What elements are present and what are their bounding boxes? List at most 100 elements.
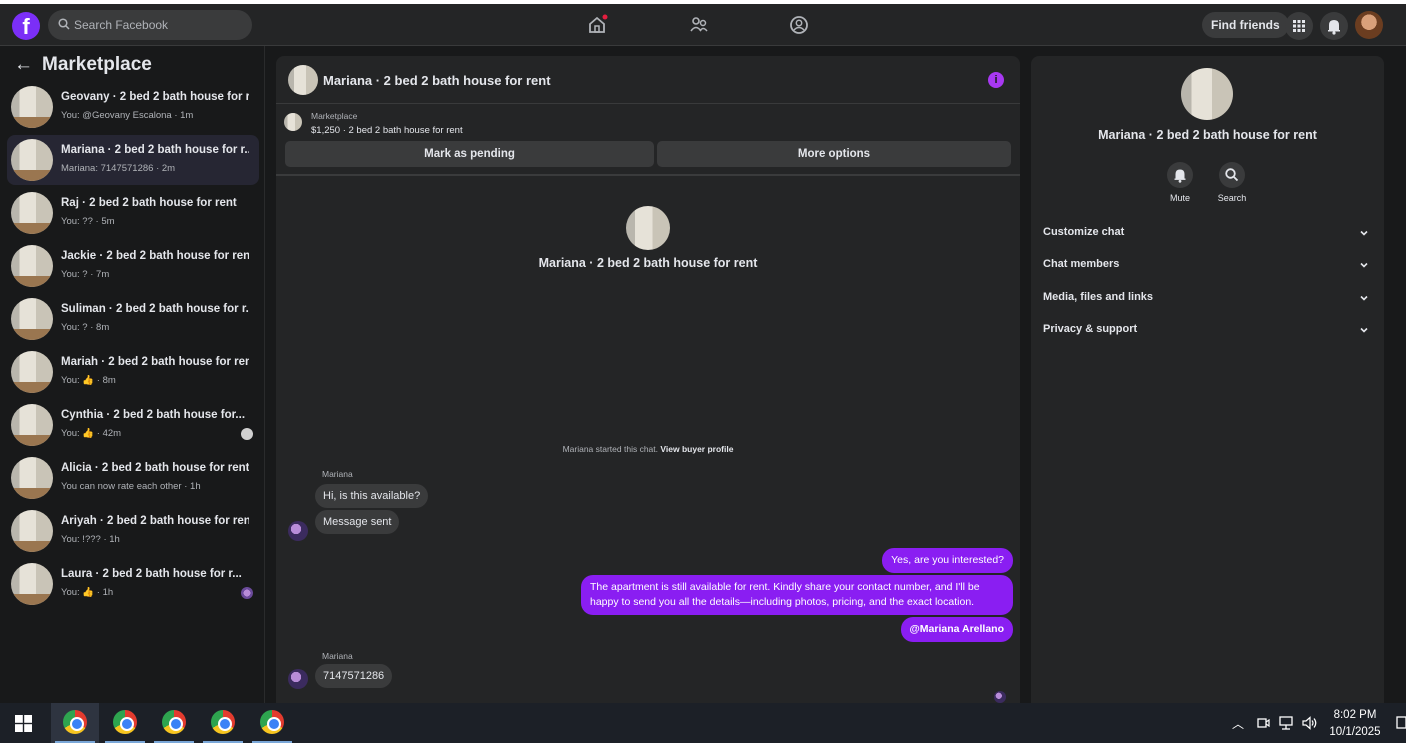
listing-thumbnail [11,192,53,234]
conversation-name: Cynthia · 2 bed 2 bath house for... [61,409,246,421]
conversation-preview: You: ? · 7m [61,269,110,280]
conversation-preview: You: 👍 · 1h [61,587,114,598]
clock-time: 8:02 PM [1333,709,1377,721]
incoming-message: 7147571286 [315,664,393,688]
menu-grid-button[interactable] [1285,12,1313,40]
top-navigation-bar: f Search Facebook Find friends [0,0,1406,46]
seen-avatar-icon [241,587,253,599]
conversation-item-active[interactable]: Mariana · 2 bed 2 bath house for r... Ma… [7,135,259,185]
conversation-item[interactable]: Alicia · 2 bed 2 bath house for rent You… [7,453,259,503]
conversation-item[interactable]: Jackie · 2 bed 2 bath house for rent You… [7,241,259,291]
chrome-taskbar-button[interactable] [248,703,296,743]
outgoing-message: The apartment is still available for ren… [581,575,1013,615]
sender-avatar [288,521,308,541]
mark-as-pending-button[interactable]: Mark as pending [285,141,654,167]
conversation-item[interactable]: Geovany · 2 bed 2 bath house for r... Yo… [7,82,259,132]
conversation-item[interactable]: Ariyah · 2 bed 2 bath house for rent You… [7,506,259,556]
sidebar-header: ← Marketplace [14,54,152,76]
notifications-button[interactable] [1320,12,1348,40]
find-friends-button[interactable]: Find friends [1202,12,1289,38]
friends-icon[interactable] [688,14,710,36]
conversation-name: Laura · 2 bed 2 bath house for r... [61,568,242,580]
chat-details-panel: Mariana · 2 bed 2 bath house for rent Mu… [1031,56,1384,703]
bell-icon [1328,20,1340,35]
media-files-links-row[interactable]: Media, files and links [1043,291,1373,311]
chrome-taskbar-button[interactable] [51,703,99,743]
marketplace-label: Marketplace [311,111,358,121]
sidebar-title: Marketplace [42,54,152,75]
privacy-support-row[interactable]: Privacy & support [1043,323,1373,343]
divider [276,174,1020,176]
mute-button[interactable] [1167,162,1193,188]
sender-name: Mariana [322,651,353,661]
section-label: Customize chat [1043,226,1125,238]
conversation-item[interactable]: Laura · 2 bed 2 bath house for r... You:… [7,559,259,609]
incoming-message: Message sent [315,510,400,534]
conversation-preview: Mariana: 7147571286 · 2m [61,163,176,174]
conversation-item[interactable]: Raj · 2 bed 2 bath house for rent You: ?… [7,188,259,238]
windows-taskbar: ︿ 8:02 PM 10/1/2025 [0,703,1406,743]
search-in-chat-button[interactable] [1219,162,1245,188]
conversation-preview: You: 👍 · 8m [61,375,116,386]
profile-avatar[interactable] [1355,11,1383,39]
info-icon[interactable]: i [988,72,1004,88]
search-placeholder: Search Facebook [74,18,169,32]
notification-center-icon[interactable] [1396,715,1406,731]
mute-label: Mute [1169,193,1190,203]
conversation-preview: You: ? · 8m [61,322,110,333]
customize-chat-row[interactable]: Customize chat [1043,226,1373,246]
windows-start-icon[interactable] [15,715,32,732]
conversation-preview: You: 👍 · 42m [61,428,122,439]
chrome-taskbar-button[interactable] [199,703,247,743]
started-text: Mariana started this chat. [562,444,658,454]
volume-icon[interactable] [1302,716,1318,730]
conversation-name: Mariana · 2 bed 2 bath house for r... [61,144,249,156]
section-label: Media, files and links [1043,291,1154,303]
chrome-icon [260,710,284,734]
section-label: Privacy & support [1043,323,1138,335]
conversation-name: Ariyah · 2 bed 2 bath house for rent [61,515,249,527]
read-receipt-avatar [994,691,1006,703]
view-buyer-profile-link[interactable]: View buyer profile [660,444,733,454]
system-clock[interactable]: 8:02 PM 10/1/2025 [1320,707,1390,741]
chrome-taskbar-button[interactable] [150,703,198,743]
listing-thumbnail [11,298,53,340]
meet-now-icon[interactable] [1256,716,1270,730]
chat-avatar[interactable] [288,65,318,95]
conversation-item[interactable]: Cynthia · 2 bed 2 bath house for... You:… [7,400,259,450]
listing-thumbnail [11,86,53,128]
conversation-item[interactable]: Suliman · 2 bed 2 bath house for r... Yo… [7,294,259,344]
conversation-name: Raj · 2 bed 2 bath house for rent [61,197,237,209]
conversation-preview: You: @Geovany Escalona · 1m [61,110,194,121]
conversation-preview: You: ?? · 5m [61,216,115,227]
chat-intro-title: Mariana · 2 bed 2 bath house for rent [538,256,758,270]
sender-name: Mariana [322,469,353,479]
groups-icon[interactable] [788,14,810,36]
clock-date: 10/1/2025 [1329,726,1381,738]
chat-header: Mariana · 2 bed 2 bath house for rent i [276,56,1020,104]
outgoing-message: Yes, are you interested? [882,548,1013,573]
home-icon[interactable] [586,14,608,36]
conversation-preview: You: !??? · 1h [61,534,120,545]
chat-title[interactable]: Mariana · 2 bed 2 bath house for rent [323,73,551,88]
chrome-icon [211,710,235,734]
conversation-name: Alicia · 2 bed 2 bath house for rent [61,462,249,474]
facebook-logo[interactable]: f [12,12,40,40]
back-arrow-icon[interactable]: ← [14,54,33,76]
conversation-name: Suliman · 2 bed 2 bath house for r... [61,303,249,315]
chrome-icon [162,710,186,734]
conversation-name: Mariah · 2 bed 2 bath house for rent [61,356,249,368]
listing-thumbnail [11,139,53,181]
marketplace-sidebar: ← Marketplace Geovany · 2 bed 2 bath hous… [0,46,265,703]
network-icon[interactable] [1278,716,1294,730]
listing-price[interactable]: $1,250 · 2 bed 2 bath house for rent [311,125,463,136]
menu-grid-icon [1293,20,1305,32]
listing-avatar [284,113,302,131]
chevron-down-icon [1360,327,1368,333]
more-options-button[interactable]: More options [657,141,1011,167]
search-bar[interactable]: Search Facebook [48,10,252,40]
tray-overflow-chevron-icon[interactable]: ︿ [1232,715,1244,732]
chat-members-row[interactable]: Chat members [1043,258,1373,278]
chrome-taskbar-button[interactable] [101,703,149,743]
conversation-item[interactable]: Mariah · 2 bed 2 bath house for rent You… [7,347,259,397]
